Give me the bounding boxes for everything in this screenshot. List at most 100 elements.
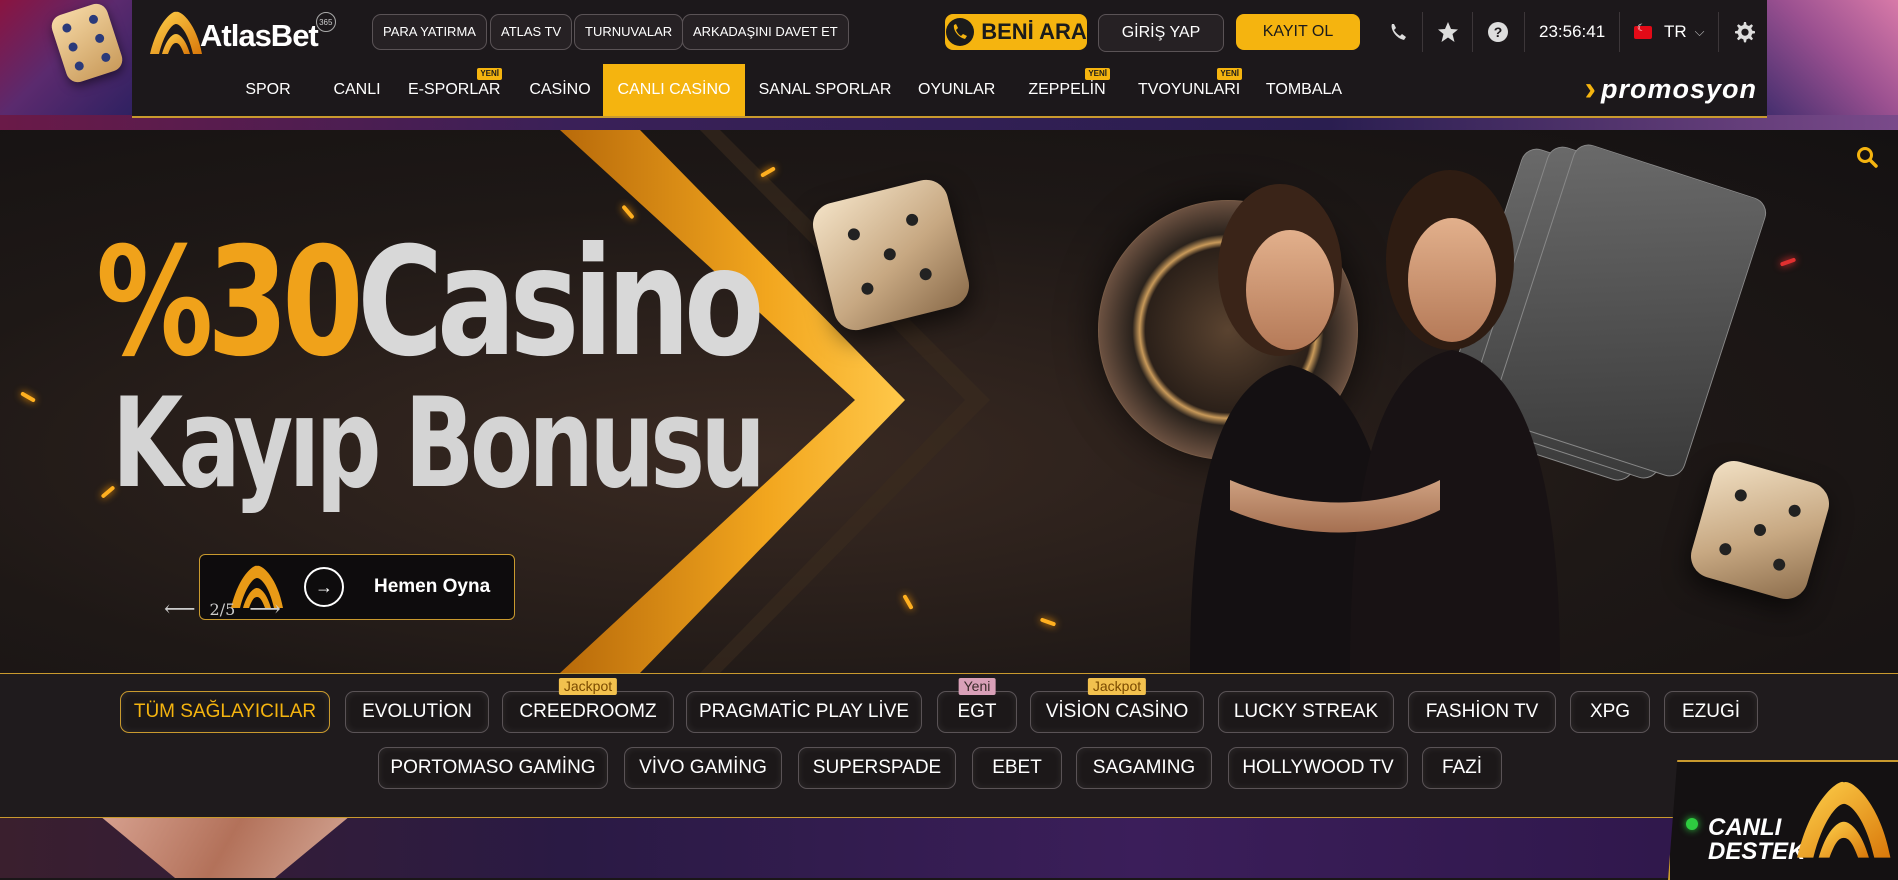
banner-title-line2: Kayıp Bonusu xyxy=(112,372,766,516)
language-selector[interactable]: TR ⌵ xyxy=(1634,22,1705,42)
call-me-button[interactable]: BENİ ARA xyxy=(945,14,1087,50)
arrow-right-circle-icon: → xyxy=(304,567,344,607)
language-code: TR xyxy=(1664,22,1687,41)
provider-label: PRAGMATİC PLAY LİVE xyxy=(698,701,910,722)
provider-label: CREEDROOMZ xyxy=(519,701,657,722)
phone-call-icon xyxy=(946,18,975,46)
nav-item-casino[interactable]: CASİNO xyxy=(518,64,602,116)
call-me-label: BENİ ARA xyxy=(981,19,1087,44)
live-support-button[interactable]: CANLI DESTEK xyxy=(1668,760,1898,880)
gift-bow-decoration xyxy=(100,816,350,878)
settings-icon[interactable] xyxy=(1724,14,1764,50)
divider xyxy=(1524,12,1525,52)
jackpot-badge: Jackpot xyxy=(558,678,618,695)
top-link-tournaments[interactable]: TURNUVALAR xyxy=(574,14,684,50)
provider-chip-evolution[interactable]: EVOLUTİON xyxy=(345,691,489,733)
provider-chip-pragmatic-play-live[interactable]: PRAGMATİC PLAY LİVE xyxy=(686,691,922,733)
nav-label: E-SPORLAR xyxy=(408,81,501,98)
login-button[interactable]: GİRİŞ YAP xyxy=(1098,14,1224,52)
nav-label: CANLI xyxy=(333,81,381,98)
provider-label: FAZİ xyxy=(1441,757,1483,778)
provider-filter-bar: TÜM SAĞLAYICILAR EVOLUTİON Jackpot CREEDR… xyxy=(0,673,1898,818)
banner-pager: ⟵ 2/5 ⟶ xyxy=(150,597,295,622)
header-right-decoration xyxy=(1766,0,1898,130)
star-icon[interactable] xyxy=(1428,14,1468,50)
nav-label: SANAL SPORLAR xyxy=(758,81,892,98)
nav-label: CASİNO xyxy=(529,81,591,98)
provider-chip-superspade[interactable]: SUPERSPADE xyxy=(798,747,956,789)
top-link-invite-friend[interactable]: ARKADAŞINI DAVET ET xyxy=(682,14,849,50)
next-slide-arrow[interactable]: ⟶ xyxy=(249,597,281,622)
chevron-right-icon: › xyxy=(1584,69,1597,108)
new-badge: YENİ xyxy=(1217,68,1242,80)
provider-label: HOLLYWOOD TV xyxy=(1242,757,1394,778)
provider-chip-xpg[interactable]: XPG xyxy=(1570,691,1650,733)
provider-chip-portomaso-gaming[interactable]: PORTOMASO GAMİNG xyxy=(378,747,608,789)
provider-label: VİVO GAMİNG xyxy=(639,757,767,778)
prev-slide-arrow[interactable]: ⟵ xyxy=(164,597,196,622)
divider xyxy=(1472,12,1473,52)
provider-label: PORTOMASO GAMİNG xyxy=(390,757,596,778)
new-badge: YENİ xyxy=(1085,68,1110,80)
provider-chip-lucky-streak[interactable]: LUCKY STREAK xyxy=(1218,691,1394,733)
nav-item-sanal-sporlar[interactable]: SANAL SPORLAR xyxy=(758,64,892,116)
online-indicator-icon xyxy=(1686,818,1698,830)
nav-label: TOMBALA xyxy=(1265,81,1343,98)
help-icon[interactable]: ? xyxy=(1478,14,1518,50)
provider-chip-fashion-tv[interactable]: FASHİON TV xyxy=(1408,691,1556,733)
nav-item-oyunlar[interactable]: OYUNLAR xyxy=(918,64,995,116)
jackpot-badge: Jackpot xyxy=(1087,678,1147,695)
slide-counter: 2/5 xyxy=(209,600,236,619)
brand-name: AtlasBet xyxy=(200,18,319,53)
top-link-deposit[interactable]: PARA YATIRMA xyxy=(372,14,487,50)
nav-item-canli-casino[interactable]: CANLI CASİNO xyxy=(603,64,745,116)
new-badge: YENİ xyxy=(477,68,502,80)
nav-item-e-sporlar[interactable]: E-SPORLAR YENİ xyxy=(408,64,502,116)
hostesses-image xyxy=(1190,170,1560,673)
hero-banner[interactable]: %30Casino Kayıp Bonusu → Hemen Oyna ⟵ 2/… xyxy=(0,130,1898,673)
promotions-label: promosyon xyxy=(1600,73,1757,104)
provider-label: EBET xyxy=(992,757,1042,778)
nav-label: SPOR xyxy=(245,81,291,98)
provider-chip-fazi[interactable]: FAZİ xyxy=(1422,747,1502,789)
provider-label: SAGAMING xyxy=(1092,757,1196,778)
provider-chip-vision-casino[interactable]: Jackpot VİSİON CASİNO xyxy=(1030,678,1204,733)
divider xyxy=(1718,12,1719,52)
nav-item-spor[interactable]: SPOR xyxy=(242,64,294,116)
play-now-label: Hemen Oyna xyxy=(374,576,491,597)
nav-item-tvoyunlari[interactable]: TVOYUNLARI YENİ xyxy=(1138,64,1242,116)
provider-chip-all[interactable]: TÜM SAĞLAYICILAR xyxy=(120,691,330,733)
divider xyxy=(1422,12,1423,52)
provider-label: LUCKY STREAK xyxy=(1233,701,1379,722)
turkey-flag-icon xyxy=(1634,23,1652,39)
search-icon[interactable] xyxy=(1856,146,1878,174)
banner-percent: %30 xyxy=(96,216,364,390)
provider-chip-egt[interactable]: Yeni EGT xyxy=(937,678,1017,733)
phone-icon[interactable] xyxy=(1378,14,1418,50)
svg-text:?: ? xyxy=(1494,24,1503,40)
atlasbet-logo-icon xyxy=(1797,781,1891,858)
provider-label: TÜM SAĞLAYICILAR xyxy=(133,701,317,722)
provider-chip-sagaming[interactable]: SAGAMING xyxy=(1076,747,1212,789)
promotions-link[interactable]: › promosyon xyxy=(1584,69,1757,108)
provider-label: XPG xyxy=(1589,701,1631,722)
nav-item-tombala[interactable]: TOMBALA xyxy=(1264,64,1344,116)
provider-chip-hollywood-tv[interactable]: HOLLYWOOD TV xyxy=(1228,747,1408,789)
register-button[interactable]: KAYIT OL xyxy=(1236,14,1360,50)
provider-label: VİSİON CASİNO xyxy=(1045,701,1189,722)
logo[interactable]: AtlasBet 365 xyxy=(146,10,336,56)
provider-chip-creedroomz[interactable]: Jackpot CREEDROOMZ xyxy=(502,678,674,733)
top-link-atlas-tv[interactable]: ATLAS TV xyxy=(490,14,573,50)
provider-label: FASHİON TV xyxy=(1425,701,1539,722)
provider-chip-ezugi[interactable]: EZUGİ xyxy=(1664,691,1758,733)
nav-item-canli[interactable]: CANLI xyxy=(322,64,392,116)
divider xyxy=(1619,12,1620,52)
nav-item-zeppelin[interactable]: ZEPPELİN YENİ xyxy=(1028,64,1110,116)
provider-chip-vivo-gaming[interactable]: VİVO GAMİNG xyxy=(624,747,782,789)
provider-chip-ebet[interactable]: EBET xyxy=(972,747,1062,789)
top-header: AtlasBet 365 PARA YATIRMA ATLAS TV TURNU… xyxy=(132,0,1767,64)
clock: 23:56:41 xyxy=(1539,22,1606,41)
brand-badge: 365 xyxy=(315,12,336,32)
atlasbet-logo-icon xyxy=(150,11,202,54)
provider-label: SUPERSPADE xyxy=(812,757,942,778)
